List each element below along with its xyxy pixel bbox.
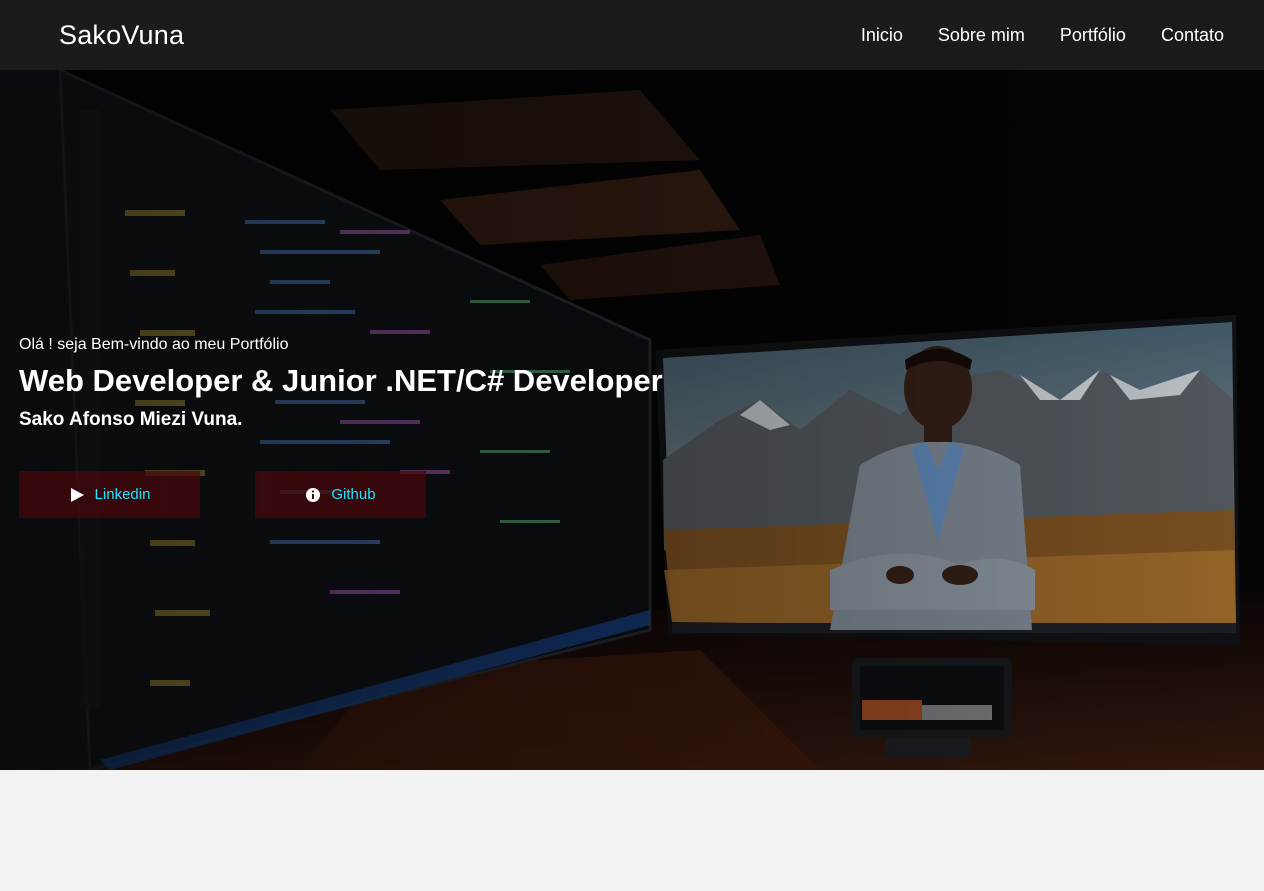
hero-section: Olá ! seja Bem-vindo ao meu Portfólio We…	[0, 70, 1264, 770]
nav-link-portfolio[interactable]: Portfólio	[1060, 25, 1126, 46]
info-icon	[305, 487, 321, 503]
github-button-label: Github	[331, 486, 376, 503]
linkedin-button[interactable]: Linkedin	[19, 471, 200, 518]
play-icon	[69, 487, 85, 503]
top-navbar: SakoVuna Inicio Sobre mim Portfólio Cont…	[0, 0, 1264, 70]
hero-greeting: Olá ! seja Bem-vindo ao meu Portfólio	[19, 336, 289, 353]
github-button[interactable]: Github	[255, 471, 426, 518]
hero-name: Sako Afonso Miezi Vuna.	[19, 409, 243, 430]
nav-link-contato[interactable]: Contato	[1161, 25, 1224, 46]
hero-text-block: Olá ! seja Bem-vindo ao meu Portfólio We…	[19, 336, 663, 431]
nav-link-sobre-mim[interactable]: Sobre mim	[938, 25, 1025, 46]
linkedin-button-label: Linkedin	[94, 486, 151, 503]
hero-headline: Web Developer & Junior .NET/C# Developer	[19, 363, 663, 398]
hero-buttons: Linkedin Github	[19, 471, 426, 518]
brand-logo-link[interactable]: SakoVuna	[59, 20, 184, 51]
main-nav: Inicio Sobre mim Portfólio Contato	[861, 25, 1224, 46]
nav-link-inicio[interactable]: Inicio	[861, 25, 903, 46]
